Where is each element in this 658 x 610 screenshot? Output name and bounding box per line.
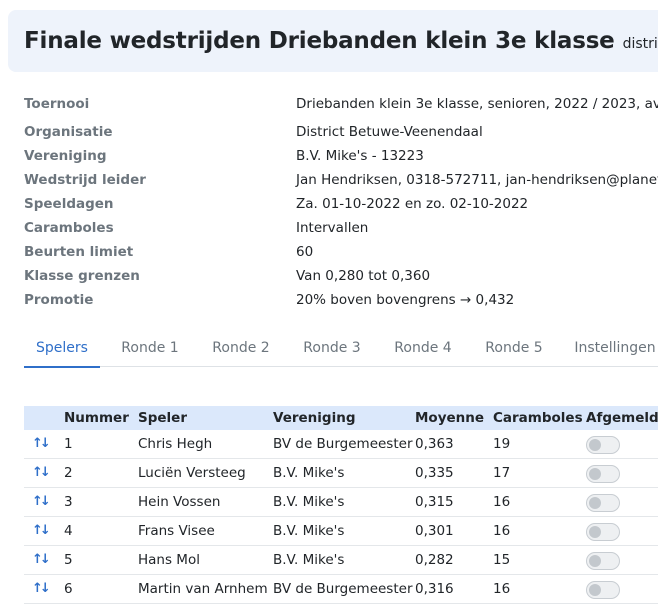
cell-speler: Hans Mol	[138, 552, 200, 568]
cell-caramboles: 15	[493, 552, 511, 568]
arrows-up-down-icon[interactable]: ↑↓	[32, 575, 51, 603]
afgemeld-toggle[interactable]	[586, 581, 620, 599]
cell-nummer: 1	[64, 436, 73, 452]
info-value: Intervallen	[296, 220, 369, 236]
info-label: Beurten limiet	[24, 244, 134, 260]
afgemeld-toggle[interactable]	[586, 523, 620, 541]
cell-caramboles: 16	[493, 494, 511, 510]
cell-caramboles: 19	[493, 436, 511, 452]
tab-ronde-1[interactable]: Ronde 1	[112, 334, 188, 366]
info-value: 60	[296, 244, 314, 260]
cell-moyenne: 0,363	[415, 436, 454, 452]
column-header-afgemeld[interactable]: Afgemeld	[586, 406, 658, 430]
info-value: District Betuwe-Veenendaal	[296, 124, 483, 140]
cell-vereniging: B.V. Mike's	[273, 523, 345, 539]
cell-caramboles: 17	[493, 465, 511, 481]
table-row: ↑↓ 2 Luciën Versteeg B.V. Mike's 0,335 1…	[24, 459, 658, 488]
tab-instellingen[interactable]: Instellingen	[572, 334, 658, 366]
cell-vereniging: BV de Burgemeester	[273, 581, 413, 597]
column-header-moyenne[interactable]: Moyenne	[415, 406, 484, 430]
arrows-up-down-icon[interactable]: ↑↓	[32, 430, 51, 458]
info-value: Jan Hendriksen, 0318-572711, jan-hendrik…	[296, 172, 658, 188]
cell-vereniging: B.V. Mike's	[273, 552, 345, 568]
table-row: ↑↓ 4 Frans Visee B.V. Mike's 0,301 16	[24, 517, 658, 546]
cell-caramboles: 16	[493, 581, 511, 597]
info-value: B.V. Mike's - 13223	[296, 148, 424, 164]
cell-nummer: 2	[64, 465, 73, 481]
afgemeld-toggle[interactable]	[586, 494, 620, 512]
info-label: Promotie	[24, 292, 94, 308]
cell-nummer: 5	[64, 552, 73, 568]
info-label: Organisatie	[24, 124, 113, 140]
cell-moyenne: 0,315	[415, 494, 454, 510]
tab-ronde-5[interactable]: Ronde 5	[476, 334, 552, 366]
info-label: Klasse grenzen	[24, 268, 140, 284]
page-subtitle: district Betuwe-Veenendaal	[622, 36, 658, 52]
table-row: ↑↓ 1 Chris Hegh BV de Burgemeester 0,363…	[24, 430, 658, 459]
arrows-up-down-icon[interactable]: ↑↓	[32, 459, 51, 487]
info-label: Caramboles	[24, 220, 114, 236]
arrows-up-down-icon[interactable]: ↑↓	[32, 546, 51, 574]
info-label: Speeldagen	[24, 196, 114, 212]
table-row: ↑↓ 3 Hein Vossen B.V. Mike's 0,315 16	[24, 488, 658, 517]
afgemeld-toggle[interactable]	[586, 552, 620, 570]
column-header-nummer[interactable]: Nummer	[64, 406, 129, 430]
info-label: Toernooi	[24, 96, 90, 112]
table-row: ↑↓ 6 Martin van Arnhem BV de Burgemeeste…	[24, 575, 658, 604]
cell-vereniging: B.V. Mike's	[273, 465, 345, 481]
cell-speler: Luciën Versteeg	[138, 465, 246, 481]
cell-nummer: 3	[64, 494, 73, 510]
arrows-up-down-icon[interactable]: ↑↓	[32, 517, 51, 545]
info-label: Vereniging	[24, 148, 107, 164]
cell-nummer: 4	[64, 523, 73, 539]
cell-caramboles: 16	[493, 523, 511, 539]
cell-moyenne: 0,282	[415, 552, 454, 568]
tab-ronde-4[interactable]: Ronde 4	[385, 334, 461, 366]
column-header-caramboles[interactable]: Caramboles	[493, 406, 583, 430]
page-header: Finale wedstrijden Driebanden klein 3e k…	[8, 10, 658, 72]
info-value: Van 0,280 tot 0,360	[296, 268, 431, 284]
cell-speler: Frans Visee	[138, 523, 215, 539]
cell-moyenne: 0,301	[415, 523, 454, 539]
players-table: Nummer Speler Vereniging Moyenne Carambo…	[24, 406, 658, 604]
column-header-speler[interactable]: Speler	[138, 406, 187, 430]
info-value: 20% boven bovengrens → 0,432	[296, 292, 515, 308]
info-value: Driebanden klein 3e klasse, senioren, 20…	[296, 96, 658, 112]
tab-ronde-2[interactable]: Ronde 2	[203, 334, 279, 366]
cell-moyenne: 0,335	[415, 465, 454, 481]
cell-speler: Martin van Arnhem	[138, 581, 268, 597]
cell-speler: Hein Vossen	[138, 494, 221, 510]
info-label: Wedstrijd leider	[24, 172, 146, 188]
tab-spelers[interactable]: Spelers	[24, 334, 100, 368]
cell-vereniging: BV de Burgemeester	[273, 436, 413, 452]
table-header: Nummer Speler Vereniging Moyenne Carambo…	[24, 406, 658, 430]
arrows-up-down-icon[interactable]: ↑↓	[32, 488, 51, 516]
info-value: Za. 01-10-2022 en zo. 02-10-2022	[296, 196, 529, 212]
table-row: ↑↓ 5 Hans Mol B.V. Mike's 0,282 15	[24, 546, 658, 575]
cell-nummer: 6	[64, 581, 73, 597]
page-title: Finale wedstrijden Driebanden klein 3e k…	[24, 28, 615, 54]
cell-speler: Chris Hegh	[138, 436, 213, 452]
afgemeld-toggle[interactable]	[586, 436, 620, 454]
cell-moyenne: 0,316	[415, 581, 454, 597]
column-header-vereniging[interactable]: Vereniging	[273, 406, 355, 430]
cell-vereniging: B.V. Mike's	[273, 494, 345, 510]
afgemeld-toggle[interactable]	[586, 465, 620, 483]
tab-ronde-3[interactable]: Ronde 3	[294, 334, 370, 366]
tab-bar: Spelers Ronde 1 Ronde 2 Ronde 3 Ronde 4 …	[24, 334, 658, 368]
